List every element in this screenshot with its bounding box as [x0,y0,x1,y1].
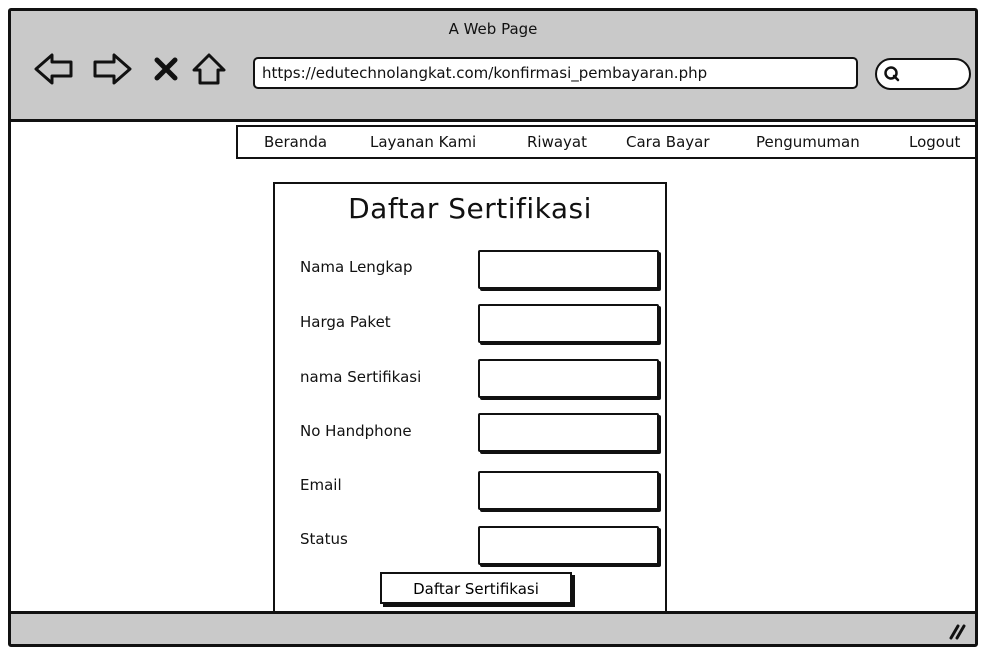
nav-item-logout[interactable]: Logout [909,133,960,151]
registration-form: Daftar Sertifikasi Nama Lengkap Harga Pa… [273,182,667,614]
no-handphone-input[interactable] [478,413,659,452]
browser-window: A Web Page https://edutechnolangkat.com/… [8,8,978,647]
main-nav: Beranda Layanan Kami Riwayat Cara Bayar … [236,125,975,159]
harga-paket-input[interactable] [478,304,659,343]
nama-lengkap-input[interactable] [478,250,659,289]
field-label-nama-sertifikasi: nama Sertifikasi [300,368,422,386]
form-title: Daftar Sertifikasi [348,192,592,225]
nav-item-beranda[interactable]: Beranda [264,133,327,151]
field-label-email: Email [300,476,342,494]
daftar-sertifikasi-button[interactable]: Daftar Sertifikasi [380,572,572,604]
browser-toolbar: A Web Page https://edutechnolangkat.com/… [11,11,975,122]
nav-item-riwayat[interactable]: Riwayat [527,133,587,151]
nama-sertifikasi-input[interactable] [478,359,659,398]
nav-item-cara-bayar[interactable]: Cara Bayar [626,133,710,151]
field-label-harga-paket: Harga Paket [300,313,391,331]
status-input[interactable] [478,526,659,565]
back-arrow-icon[interactable] [33,51,75,87]
address-bar[interactable]: https://edutechnolangkat.com/konfirmasi_… [253,57,858,89]
forward-arrow-icon[interactable] [91,51,133,87]
resize-grip-icon[interactable] [947,620,967,640]
field-label-status: Status [300,530,348,548]
nav-item-layanan-kami[interactable]: Layanan Kami [370,133,476,151]
field-label-no-handphone: No Handphone [300,422,412,440]
status-bar [11,611,975,644]
email-input[interactable] [478,471,659,510]
search-icon [884,66,900,82]
field-label-nama-lengkap: Nama Lengkap [300,258,413,276]
nav-item-pengumuman[interactable]: Pengumuman [756,133,860,151]
search-field[interactable] [875,58,971,90]
home-icon[interactable] [191,51,227,87]
stop-icon[interactable] [151,51,181,87]
window-title: A Web Page [448,20,538,38]
